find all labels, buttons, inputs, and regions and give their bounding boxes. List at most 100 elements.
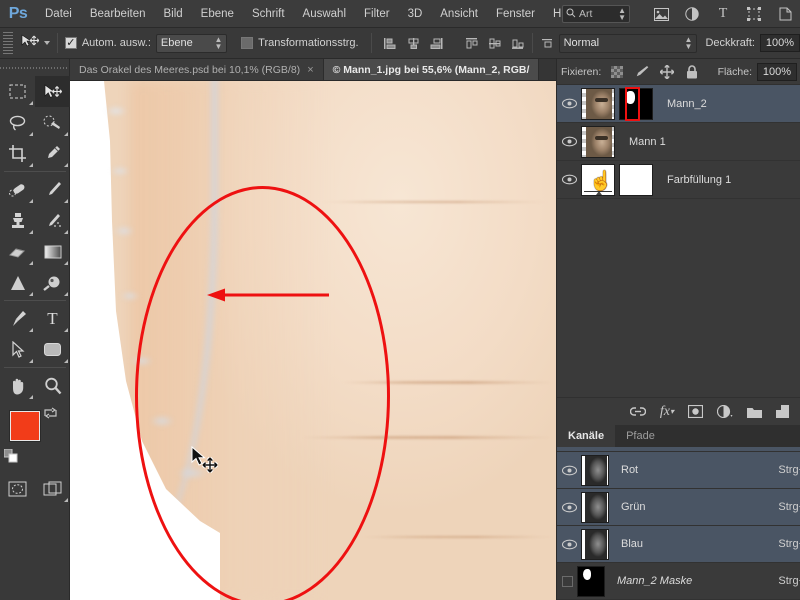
move-tool[interactable] xyxy=(35,76,70,107)
layer-mask-thumbnail[interactable] xyxy=(619,87,653,120)
align-bottom-icon[interactable] xyxy=(510,36,525,51)
channel-row-blau[interactable]: Blau Strg+ xyxy=(557,526,800,563)
opacity-value[interactable]: 100% xyxy=(759,34,800,52)
healing-brush-tool-flyout-icon[interactable] xyxy=(29,199,33,203)
lock-transparent-pixels-icon[interactable] xyxy=(610,65,624,79)
hand-tool-flyout-icon[interactable] xyxy=(29,395,33,399)
menu-item-filter[interactable]: Filter xyxy=(355,0,399,28)
auto-select-checkbox[interactable]: ✓ xyxy=(64,37,77,49)
arrange-icon[interactable] xyxy=(776,5,794,23)
quick-selection-tool[interactable] xyxy=(35,107,70,138)
layer-thumbnail[interactable] xyxy=(581,125,615,158)
eraser-tool-flyout-icon[interactable] xyxy=(29,261,33,265)
menu-item-auswahl[interactable]: Auswahl xyxy=(294,0,355,28)
image-icon[interactable] xyxy=(652,5,670,23)
tools-panel-grip[interactable] xyxy=(0,62,69,74)
brush-tool-flyout-icon[interactable] xyxy=(64,199,68,203)
align-right-icon[interactable] xyxy=(429,36,444,51)
pen-tool[interactable] xyxy=(0,303,35,334)
canvas-area[interactable] xyxy=(70,81,556,600)
transform-icon[interactable] xyxy=(745,5,763,23)
zoom-tool[interactable] xyxy=(35,370,70,401)
rectangle-tool[interactable] xyxy=(35,334,70,365)
rectangle-tool-flyout-icon[interactable] xyxy=(64,359,68,363)
dodge-tool[interactable] xyxy=(35,267,70,298)
crop-tool[interactable] xyxy=(0,138,35,169)
crop-tool-flyout-icon[interactable] xyxy=(29,163,33,167)
blur-tool[interactable] xyxy=(0,267,35,298)
new-group-folder-icon[interactable] xyxy=(747,406,762,418)
search-box[interactable]: Art ▲ ▼ xyxy=(562,5,630,23)
channel-visibility-eye-icon[interactable] xyxy=(557,539,581,550)
lasso-tool-flyout-icon[interactable] xyxy=(29,132,33,136)
channel-visibility-toggle[interactable] xyxy=(557,575,577,587)
lock-image-pixels-icon[interactable] xyxy=(635,65,649,79)
channel-row-gruen[interactable]: Grün Strg+ xyxy=(557,489,800,526)
channel-thumbnail[interactable] xyxy=(581,491,609,523)
screen-mode-icon[interactable] xyxy=(35,473,70,504)
menu-item-schrift[interactable]: Schrift xyxy=(243,0,294,28)
channel-visibility-eye-icon[interactable] xyxy=(557,465,581,476)
close-icon[interactable]: × xyxy=(307,64,313,76)
pen-tool-flyout-icon[interactable] xyxy=(29,328,33,332)
eyedropper-tool[interactable] xyxy=(35,138,70,169)
path-selection-tool[interactable] xyxy=(0,334,35,365)
healing-brush-tool[interactable] xyxy=(0,174,35,205)
type-icon[interactable]: T xyxy=(714,5,732,23)
tab-kanaele[interactable]: Kanäle xyxy=(557,425,616,447)
adjustment-icon[interactable] xyxy=(683,5,701,23)
align-middle-vertical-icon[interactable] xyxy=(487,36,502,51)
swap-colors-icon[interactable] xyxy=(44,407,57,422)
menu-item-ebene[interactable]: Ebene xyxy=(192,0,243,28)
adjustment-layer-icon[interactable] xyxy=(717,405,733,418)
fill-value[interactable]: 100% xyxy=(757,63,797,81)
hand-tool[interactable] xyxy=(0,370,35,401)
lasso-tool[interactable] xyxy=(0,107,35,138)
layer-row-mann2[interactable]: Mann_2 xyxy=(557,85,800,123)
layer-visibility-eye-icon[interactable] xyxy=(557,136,581,147)
screen-mode-flyout-icon[interactable] xyxy=(64,498,68,502)
tool-preset-picker[interactable] xyxy=(21,34,50,52)
channel-thumbnail[interactable] xyxy=(577,565,605,597)
layer-thumbnail[interactable] xyxy=(581,87,615,120)
channel-row-mann2-maske[interactable]: Mann_2 Maske Strg+ xyxy=(557,563,800,600)
layer-style-fx-icon[interactable]: fx ▾ xyxy=(660,404,674,420)
history-brush-tool-flyout-icon[interactable] xyxy=(64,230,68,234)
history-brush-tool[interactable] xyxy=(35,205,70,236)
marquee-tool-flyout-icon[interactable] xyxy=(29,101,33,105)
eyedropper-tool-flyout-icon[interactable] xyxy=(64,163,68,167)
clone-stamp-tool-flyout-icon[interactable] xyxy=(29,230,33,234)
search-stepper-icon[interactable]: ▲ ▼ xyxy=(618,7,626,22)
add-mask-icon[interactable] xyxy=(688,405,703,418)
options-bar-grip[interactable] xyxy=(3,32,13,54)
type-tool-flyout-icon[interactable] xyxy=(64,328,68,332)
menu-item-3d[interactable]: 3D xyxy=(399,0,432,28)
menu-item-fenster[interactable]: Fenster xyxy=(487,0,544,28)
marquee-tool[interactable] xyxy=(0,76,35,107)
layer-row-farbfuellung1[interactable]: Farbfüllung 1 ☝ xyxy=(557,161,800,199)
default-colors-icon[interactable] xyxy=(3,448,18,466)
channel-visibility-eye-icon[interactable] xyxy=(557,502,581,513)
auto-select-scope-dropdown[interactable]: Ebene ▲ ▼ xyxy=(155,33,228,53)
menu-item-bearbeiten[interactable]: Bearbeiten xyxy=(81,0,155,28)
menu-item-ansicht[interactable]: Ansicht xyxy=(431,0,487,28)
distribute-icon[interactable] xyxy=(540,36,555,51)
channel-row-rot[interactable]: Rot Strg+ xyxy=(557,452,800,489)
align-left-icon[interactable] xyxy=(383,36,398,51)
transform-controls-checkbox[interactable] xyxy=(241,37,254,49)
layer-visibility-eye-icon[interactable] xyxy=(557,174,581,185)
blur-tool-flyout-icon[interactable] xyxy=(29,292,33,296)
align-center-horizontal-icon[interactable] xyxy=(406,36,421,51)
brush-tool[interactable] xyxy=(35,174,70,205)
eraser-tool[interactable] xyxy=(0,236,35,267)
new-layer-icon[interactable] xyxy=(776,405,789,418)
lock-position-icon[interactable] xyxy=(660,64,675,79)
link-layers-icon[interactable] xyxy=(629,406,646,417)
quick-mask-icon[interactable] xyxy=(0,473,35,504)
menu-item-bild[interactable]: Bild xyxy=(154,0,191,28)
blend-mode-dropdown[interactable]: Normal ▲ ▼ xyxy=(558,33,698,53)
foreground-color-chip[interactable] xyxy=(10,411,40,441)
document-tab-orakel[interactable]: Das Orakel des Meeres.psd bei 10,1% (RGB… xyxy=(70,59,324,80)
document-tab-mann1[interactable]: © Mann_1.jpg bei 55,6% (Mann_2, RGB/ xyxy=(323,59,540,80)
tab-pfade[interactable]: Pfade xyxy=(615,425,666,447)
